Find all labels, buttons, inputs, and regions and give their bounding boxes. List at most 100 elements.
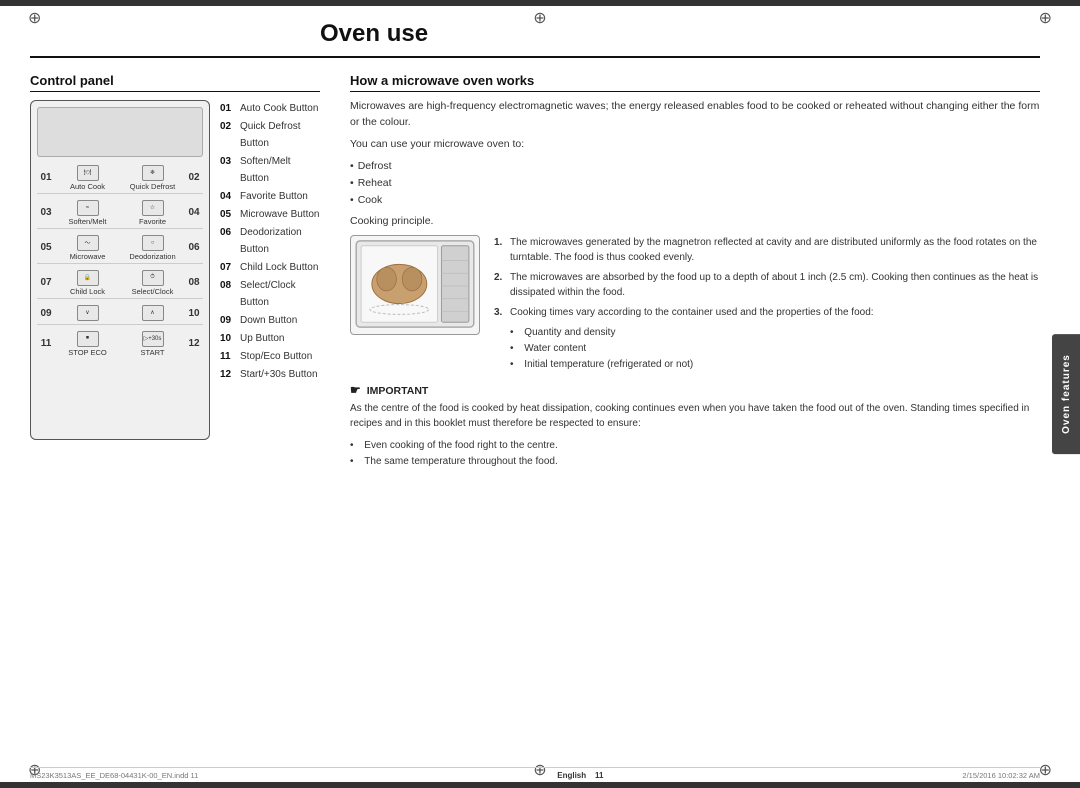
mw-btn-quickdefrost-label: Quick Defrost	[130, 182, 175, 191]
mw-num-01: 01	[37, 172, 55, 183]
prop-water: Water content	[524, 341, 586, 357]
mw-num-11: 11	[37, 338, 55, 349]
mw-num-08: 08	[185, 277, 203, 288]
mw-btn-selectclock-icon: ⏱	[142, 270, 164, 286]
pt-num-2: 2.	[494, 270, 506, 300]
mw-btn-up[interactable]: ∧	[120, 305, 185, 322]
side-tab-label: Oven features	[1061, 354, 1072, 434]
mw-btn-autocook-label: Auto Cook	[70, 182, 105, 191]
mw-row-03-04: 03 ≈ Soften/Melt ☆ Favorite 04	[37, 198, 203, 229]
mw-btn-microwave-label: Microwave	[70, 252, 106, 261]
bullet-icon: •	[350, 158, 354, 175]
list-item: 12 Start/+30s Button	[220, 366, 320, 383]
mw-num-04: 04	[185, 207, 203, 218]
mw-btn-favorite[interactable]: ☆ Favorite	[120, 200, 185, 226]
usage-list: • Defrost • Reheat • Cook	[350, 158, 1040, 208]
mw-btn-deodorization-label: Deodorization	[129, 252, 175, 261]
list-item: • Cook	[350, 192, 1040, 209]
btn-num-06: 06	[220, 224, 236, 258]
mw-btn-start-icon: ▷+30s	[142, 331, 164, 347]
bullet-icon: •	[350, 192, 354, 209]
list-item: 10 Up Button	[220, 330, 320, 347]
mw-btn-quickdefrost-icon: ❄	[142, 165, 164, 181]
mw-btn-childlock-label: Child Lock	[70, 287, 105, 296]
btn-label-11: Stop/Eco Button	[240, 348, 312, 365]
mw-btn-soften-icon: ≈	[77, 200, 99, 216]
mw-btn-quickdefrost[interactable]: ❄ Quick Defrost	[120, 165, 185, 191]
page-title: Oven use	[30, 20, 1040, 48]
mw-btn-stop-label: STOP ECO	[68, 348, 107, 357]
food-properties: • Quantity and density • Water content •…	[510, 325, 1040, 373]
important-item-1: Even cooking of the food right to the ce…	[364, 438, 557, 454]
mw-btn-down[interactable]: ∨	[55, 305, 120, 322]
left-column: Control panel 01 🍽 Auto Cook ❄	[30, 73, 320, 764]
pt-num-1: 1.	[494, 235, 506, 265]
control-panel-area: 01 🍽 Auto Cook ❄ Quick Defrost 02	[30, 100, 320, 440]
important-item-2: The same temperature throughout the food…	[364, 454, 557, 470]
btn-label-04: Favorite Button	[240, 188, 308, 205]
mw-num-02: 02	[185, 172, 203, 183]
btn-label-08: Select/Clock Button	[240, 277, 320, 311]
footer-left: MS23K3513AS_EE_DE68-04431K-00_EN.indd 11	[30, 771, 198, 780]
bullet-icon: •	[510, 341, 514, 357]
bullet-icon: •	[350, 438, 354, 454]
list-item: • Water content	[510, 341, 1040, 357]
list-item: 07 Child Lock Button	[220, 259, 320, 276]
important-heading: ☛ IMPORTANT	[350, 383, 1040, 397]
btn-num-04: 04	[220, 188, 236, 205]
mw-btn-microwave-icon: 〜	[77, 235, 99, 251]
mw-num-07: 07	[37, 277, 55, 288]
button-list: 01 Auto Cook Button 02 Quick Defrost But…	[220, 100, 320, 440]
mw-btn-favorite-label: Favorite	[139, 217, 166, 226]
btn-num-12: 12	[220, 366, 236, 383]
footer-right: 2/15/2016 10:02:32 AM	[962, 771, 1040, 780]
mw-btn-stop-icon: ⏹	[77, 331, 99, 347]
btn-label-07: Child Lock Button	[240, 259, 318, 276]
list-item: • Initial temperature (refrigerated or n…	[510, 357, 1040, 373]
list-item: 01 Auto Cook Button	[220, 100, 320, 117]
important-icon: ☛	[350, 383, 361, 397]
list-item: 04 Favorite Button	[220, 188, 320, 205]
mw-btn-deodorization[interactable]: ○ Deodorization	[120, 235, 185, 261]
mw-btn-start[interactable]: ▷+30s START	[120, 331, 185, 357]
food-diagram	[350, 235, 480, 335]
usage-reheat: Reheat	[358, 175, 392, 192]
mw-num-09: 09	[37, 308, 55, 319]
bullet-icon: •	[350, 175, 354, 192]
btn-label-03: Soften/Melt Button	[240, 153, 320, 187]
btn-num-11: 11	[220, 348, 236, 365]
btn-num-05: 05	[220, 206, 236, 223]
list-item: 03 Soften/Melt Button	[220, 153, 320, 187]
btn-label-10: Up Button	[240, 330, 284, 347]
mw-num-03: 03	[37, 207, 55, 218]
how-intro-text: Microwaves are high-frequency electromag…	[350, 98, 1040, 131]
mw-btn-microwave[interactable]: 〜 Microwave	[55, 235, 120, 261]
numbered-point-2: 2. The microwaves are absorbed by the fo…	[494, 270, 1040, 300]
numbered-point-3: 3. Cooking times vary according to the c…	[494, 305, 1040, 320]
bullet-icon: •	[350, 454, 354, 470]
mw-btn-childlock[interactable]: 🔒 Child Lock	[55, 270, 120, 296]
usage-defrost: Defrost	[358, 158, 392, 175]
btn-num-08: 08	[220, 277, 236, 311]
page-num: 11	[595, 771, 603, 780]
list-item: 06 Deodorization Button	[220, 224, 320, 258]
mw-num-06: 06	[185, 242, 203, 253]
top-border	[0, 0, 1080, 6]
diagram-points-row: 1. The microwaves generated by the magne…	[350, 235, 1040, 373]
mw-btn-selectclock[interactable]: ⏱ Select/Clock	[120, 270, 185, 296]
mw-btn-soften[interactable]: ≈ Soften/Melt	[55, 200, 120, 226]
mw-btn-down-icon: ∨	[77, 305, 99, 321]
btn-label-01: Auto Cook Button	[240, 100, 318, 117]
mw-btn-autocook[interactable]: 🍽 Auto Cook	[55, 165, 120, 191]
mw-btn-soften-label: Soften/Melt	[69, 217, 107, 226]
btn-label-06: Deodorization Button	[240, 224, 320, 258]
page-footer: MS23K3513AS_EE_DE68-04431K-00_EN.indd 11…	[30, 767, 1040, 780]
list-item: 08 Select/Clock Button	[220, 277, 320, 311]
prop-temp: Initial temperature (refrigerated or not…	[524, 357, 693, 373]
list-item: 05 Microwave Button	[220, 206, 320, 223]
btn-label-09: Down Button	[240, 312, 297, 329]
mw-btn-stop[interactable]: ⏹ STOP ECO	[55, 331, 120, 357]
mw-num-10: 10	[185, 308, 203, 319]
list-item: 09 Down Button	[220, 312, 320, 329]
btn-num-10: 10	[220, 330, 236, 347]
